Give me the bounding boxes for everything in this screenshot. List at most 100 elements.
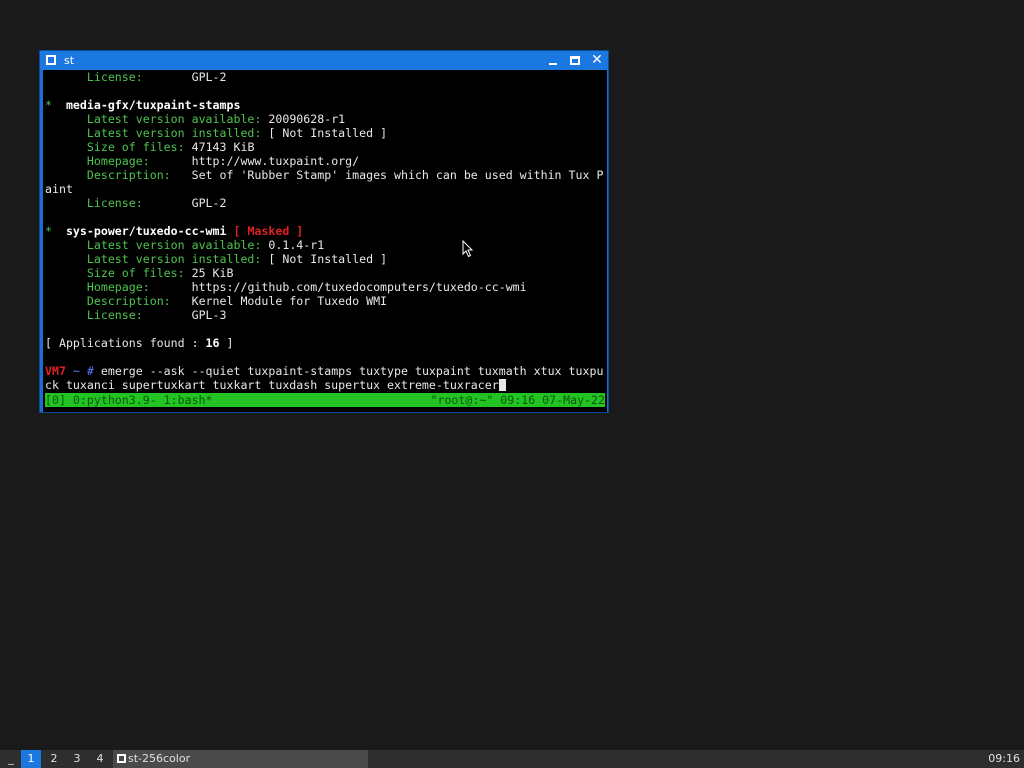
terminal-text: Description: <box>86 294 171 308</box>
minimize-icon <box>549 63 557 65</box>
mouse-pointer-icon <box>462 240 474 258</box>
terminal-text: Latest version available: <box>86 238 262 252</box>
terminal-window[interactable]: st ✕ License: GPL-2 * media-gfx/tuxpaint-… <box>39 50 609 413</box>
terminal-text: Size of files: <box>86 266 185 280</box>
taskbar: _ 1 2 3 4 st-256color 09:16 <box>0 750 1024 768</box>
terminal-line: * sys-power/tuxedo-cc-wmi [ Masked ] <box>45 224 603 238</box>
terminal-text: Homepage: <box>86 280 150 294</box>
maximize-icon <box>570 56 580 65</box>
text-cursor <box>498 379 506 391</box>
terminal-text: aint <box>45 182 73 196</box>
terminal-line: Latest version installed: [ Not Installe… <box>45 252 603 266</box>
terminal-text: * <box>45 224 52 238</box>
terminal-text: https://github.com/tuxedocomputers/tuxed… <box>149 280 527 294</box>
workspace-2[interactable]: 2 <box>44 750 64 768</box>
terminal-line: Latest version installed: [ Not Installe… <box>45 126 603 140</box>
terminal-text: Description: <box>86 168 171 182</box>
workspace-3[interactable]: 3 <box>67 750 87 768</box>
terminal-line: License: GPL-2 <box>45 196 603 210</box>
terminal-text: GPL-3 <box>142 308 227 322</box>
terminal-text: [ Applications found : <box>45 336 206 350</box>
window-titlebar[interactable]: st ✕ <box>40 51 608 70</box>
terminal-text: * <box>45 98 52 112</box>
terminal-line: Homepage: https://github.com/tuxedocompu… <box>45 280 603 294</box>
terminal-text: Latest version available: <box>86 112 262 126</box>
terminal-line: Latest version available: 0.1.4-r1 <box>45 238 603 252</box>
terminal-text: 0.1.4-r1 <box>261 238 325 252</box>
window-title: st <box>64 54 75 67</box>
terminal-text: License: <box>86 196 143 210</box>
taskbar-task-st[interactable]: st-256color <box>113 750 368 768</box>
terminal-text: Latest version installed: <box>86 252 262 266</box>
tmux-status-info: "root@:~" 09:16 07-May-22 <box>430 393 605 407</box>
tmux-status-bar: [0] 0:python3.9- 1:bash* "root@:~" 09:16… <box>45 393 605 407</box>
terminal-line: Size of files: 25 KiB <box>45 266 603 280</box>
terminal-text: VM7 <box>45 364 66 378</box>
maximize-button[interactable] <box>567 53 583 68</box>
terminal-line: ck tuxanci supertuxkart tuxkart tuxdash … <box>45 378 603 392</box>
terminal-area[interactable]: License: GPL-2 * media-gfx/tuxpaint-stamp… <box>43 70 607 412</box>
terminal-text: Set of 'Rubber Stamp' images which can b… <box>170 168 604 182</box>
layout-indicator[interactable]: _ <box>4 750 18 768</box>
terminal-line: License: GPL-3 <box>45 308 603 322</box>
terminal-text: [ Masked ] <box>226 224 304 238</box>
task-title: st-256color <box>128 752 191 765</box>
workspace-4[interactable]: 4 <box>90 750 110 768</box>
window-icon[interactable] <box>46 55 56 65</box>
terminal-line: Latest version available: 20090628-r1 <box>45 112 603 126</box>
terminal-line: Size of files: 47143 KiB <box>45 140 603 154</box>
terminal-text: Size of files: <box>86 140 185 154</box>
terminal-text: Latest version installed: <box>86 126 262 140</box>
terminal-line: aint <box>45 182 603 196</box>
terminal-text: 47143 KiB <box>184 140 255 154</box>
terminal-text: GPL-2 <box>142 196 227 210</box>
terminal-text: [ Not Installed ] <box>261 252 388 266</box>
tmux-window-list: [0] 0:python3.9- 1:bash* <box>45 393 213 407</box>
terminal-text: ck tuxanci supertuxkart tuxkart tuxdash … <box>45 378 499 392</box>
close-button[interactable]: ✕ <box>589 53 605 68</box>
terminal-line: Description: Set of 'Rubber Stamp' image… <box>45 168 604 182</box>
terminal-line: Description: Kernel Module for Tuxedo WM… <box>45 294 603 308</box>
clock: 09:16 <box>988 752 1020 765</box>
terminal-line: VM7 ~ # emerge --ask --quiet tuxpaint-st… <box>45 364 603 378</box>
terminal-output: License: GPL-2 * media-gfx/tuxpaint-stamp… <box>45 70 603 392</box>
workspace-1[interactable]: 1 <box>21 750 41 768</box>
terminal-text: http://www.tuxpaint.org/ <box>149 154 360 168</box>
terminal-text: [ Not Installed ] <box>261 126 388 140</box>
terminal-text: 25 KiB <box>184 266 234 280</box>
terminal-text: sys-power/tuxedo-cc-wmi <box>51 224 227 238</box>
terminal-text: emerge --ask --quiet tuxpaint-stamps tux… <box>100 364 604 378</box>
terminal-text: Homepage: <box>86 154 150 168</box>
terminal-line: * media-gfx/tuxpaint-stamps <box>45 98 603 112</box>
terminal-text: 16 <box>205 336 220 350</box>
terminal-text: License: <box>86 308 143 322</box>
terminal-text: Kernel Module for Tuxedo WMI <box>170 294 388 308</box>
terminal-text: media-gfx/tuxpaint-stamps <box>51 98 241 112</box>
terminal-line: [ Applications found : 16 ] <box>45 336 603 350</box>
terminal-line: Homepage: http://www.tuxpaint.org/ <box>45 154 603 168</box>
terminal-text: License: <box>86 70 143 84</box>
terminal-line: License: GPL-2 <box>45 70 603 84</box>
terminal-text: 20090628-r1 <box>261 112 346 126</box>
window-icon <box>117 754 126 763</box>
terminal-text: ] <box>219 336 234 350</box>
terminal-text: GPL-2 <box>142 70 227 84</box>
minimize-button[interactable] <box>545 53 561 68</box>
